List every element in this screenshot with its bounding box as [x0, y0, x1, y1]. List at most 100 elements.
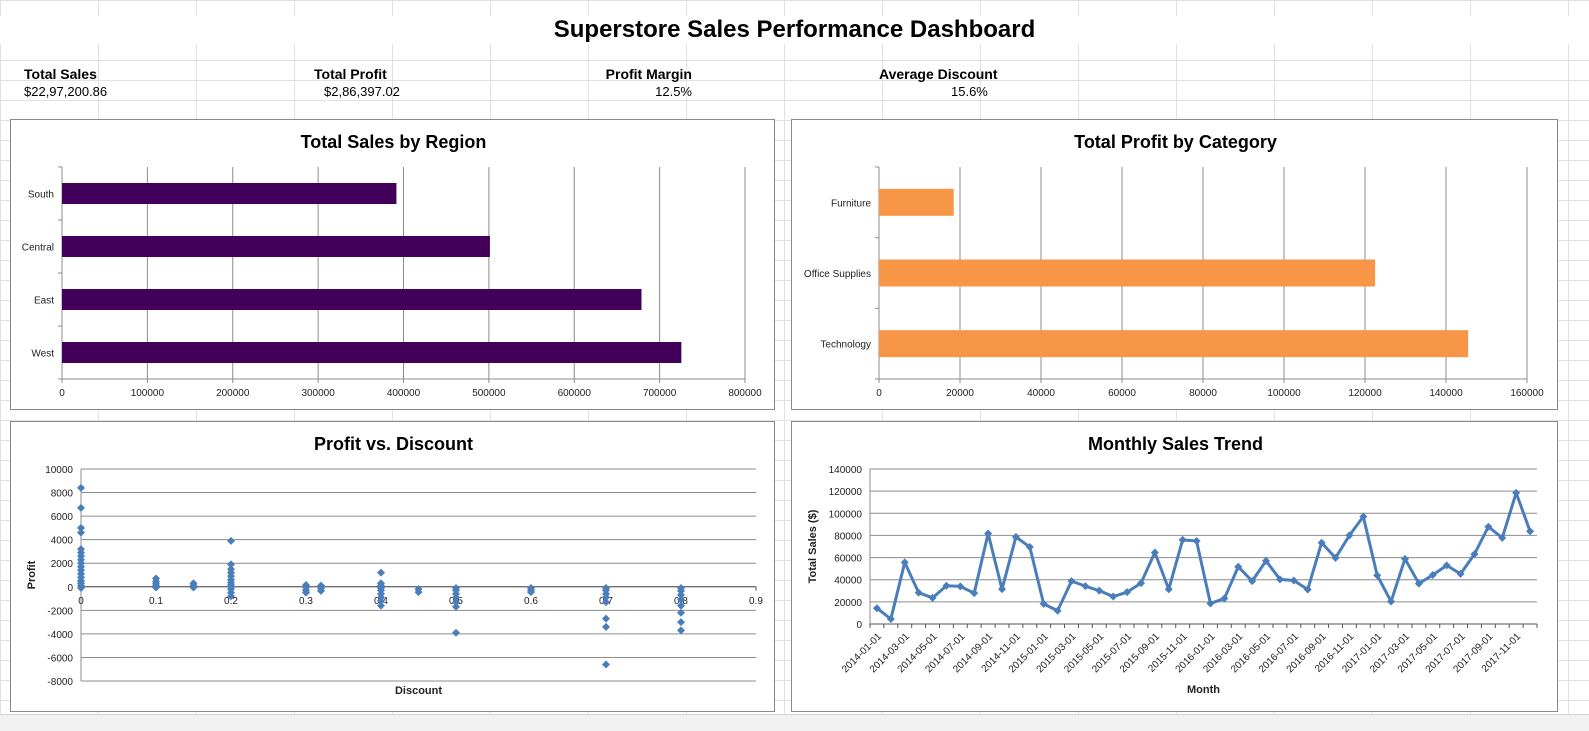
- y-tick-label: 120000: [829, 487, 863, 498]
- y-axis-title: Total Sales ($): [807, 509, 819, 583]
- x-tick-label: 300000: [301, 388, 335, 399]
- kpi-profit-margin: Profit Margin 12.5%: [600, 66, 692, 99]
- bar: [62, 236, 490, 257]
- category-label: Technology: [820, 340, 871, 351]
- line-point: [1081, 582, 1090, 591]
- x-tick-label: 400000: [387, 388, 421, 399]
- scatter-point: [77, 528, 85, 537]
- region-sales-chart: Total Sales by Region 0 100000 200000 300000…: [22, 132, 762, 399]
- kpi-average-discount: Average Discount 15.6%: [879, 66, 998, 99]
- x-tick-label: 140000: [1429, 388, 1463, 399]
- x-tick-label: 20000: [946, 388, 974, 399]
- y-tick-label: 4000: [51, 536, 74, 547]
- line-point: [984, 529, 993, 538]
- bar: [879, 259, 1376, 287]
- scatter-point: [77, 483, 85, 492]
- x-axis-title: Discount: [395, 685, 442, 697]
- monthly-sales-chart: Monthly Sales Trend 0 20000 40000 60000 80000…: [807, 434, 1538, 696]
- x-tick-label: 160000: [1510, 388, 1544, 399]
- y-tick-label: -4000: [47, 630, 73, 641]
- scatter-point: [602, 660, 610, 669]
- line-point: [1178, 535, 1187, 544]
- y-axis-title: Profit: [26, 560, 38, 589]
- line-point: [998, 585, 1007, 594]
- sheet-bottom-strip: [0, 714, 1589, 731]
- x-tick-label: 600000: [558, 388, 592, 399]
- line-point: [1526, 527, 1535, 536]
- y-tick-label: -6000: [47, 653, 73, 664]
- category-label: Central: [22, 243, 54, 254]
- x-tick-label: 700000: [643, 388, 677, 399]
- bar: [879, 330, 1469, 358]
- dashboard-title: Superstore Sales Performance Dashboard: [0, 16, 1589, 44]
- line-point: [1164, 585, 1173, 594]
- kpi-label: Total Sales: [24, 66, 97, 82]
- x-tick-label: 120000: [1348, 388, 1382, 399]
- x-tick-label: 100000: [1267, 388, 1301, 399]
- x-axis-title: Month: [1187, 684, 1220, 696]
- x-tick-label: 0.9: [749, 596, 763, 607]
- line-point: [1206, 599, 1215, 608]
- category-profit-chart: Total Profit by Category 0 20000 40000 60000…: [804, 132, 1544, 399]
- x-tick-label: 0: [78, 596, 84, 607]
- series-line: [876, 491, 1532, 621]
- kpi-value: 12.5%: [655, 84, 692, 99]
- scatter-point: [677, 618, 685, 627]
- category-label: South: [28, 190, 54, 201]
- category-profit-chart-panel[interactable]: Total Profit by Category 0 20000 40000 60000…: [791, 119, 1558, 410]
- x-tick-label: 500000: [472, 388, 506, 399]
- x-tick-label: 40000: [1027, 388, 1055, 399]
- kpi-value: 15.6%: [951, 84, 988, 99]
- x-tick-label: 100000: [131, 388, 165, 399]
- x-tick-label: 0.3: [299, 596, 313, 607]
- kpi-label: Average Discount: [879, 66, 998, 82]
- scatter-point: [677, 626, 685, 635]
- x-tick-label: 0: [876, 388, 882, 399]
- chart-title: Monthly Sales Trend: [1088, 434, 1263, 454]
- x-tick-label: 0.6: [524, 596, 538, 607]
- y-tick-label: 20000: [834, 598, 862, 609]
- y-tick-label: -2000: [47, 606, 73, 617]
- y-tick-label: 8000: [51, 489, 74, 500]
- bar: [62, 289, 642, 310]
- y-tick-label: 2000: [51, 559, 74, 570]
- y-tick-label: -8000: [47, 677, 73, 688]
- x-tick-label: 800000: [728, 388, 762, 399]
- scatter-point: [452, 628, 460, 637]
- y-tick-label: 140000: [829, 465, 863, 476]
- x-tick-label: 60000: [1108, 388, 1136, 399]
- line-point: [1192, 537, 1201, 546]
- bar: [879, 188, 954, 216]
- y-tick-label: 80000: [834, 531, 862, 542]
- y-tick-label: 100000: [829, 509, 863, 520]
- kpi-total-sales: Total Sales $22,97,200.86: [24, 66, 107, 99]
- kpi-value: $22,97,200.86: [24, 84, 108, 99]
- monthly-sales-chart-panel[interactable]: Monthly Sales Trend 0 20000 40000 60000 80000…: [791, 421, 1558, 712]
- x-tick-label: 0.1: [149, 596, 163, 607]
- scatter-point: [377, 568, 385, 577]
- profit-discount-chart-panel[interactable]: Profit vs. Discount -8000 -6000 -4000 -2000 0…: [10, 421, 775, 712]
- chart-title: Total Profit by Category: [1074, 132, 1277, 152]
- chart-title: Total Sales by Region: [301, 132, 487, 152]
- profit-discount-chart: Profit vs. Discount -8000 -6000 -4000 -2000 0…: [26, 434, 763, 697]
- category-label: West: [31, 349, 54, 360]
- x-tick-label: 200000: [216, 388, 250, 399]
- x-tick-label: 80000: [1189, 388, 1217, 399]
- kpi-label: Total Profit: [314, 66, 387, 82]
- chart-title: Profit vs. Discount: [314, 434, 473, 454]
- category-label: East: [34, 296, 54, 307]
- y-tick-label: 60000: [834, 554, 862, 565]
- scatter-point: [227, 536, 235, 545]
- region-sales-chart-panel[interactable]: Total Sales by Region 0 100000 200000 300000…: [10, 119, 775, 410]
- scatter-point: [602, 614, 610, 623]
- y-tick-label: 0: [67, 583, 73, 594]
- kpi-total-profit: Total Profit $2,86,397.02: [314, 66, 400, 99]
- kpi-label: Profit Margin: [605, 66, 692, 82]
- x-tick-label: 0: [59, 388, 65, 399]
- bar: [62, 183, 397, 204]
- y-tick-label: 6000: [51, 512, 74, 523]
- category-label: Furniture: [831, 198, 871, 209]
- line-point: [1512, 488, 1521, 497]
- scatter-point: [77, 503, 85, 512]
- category-label: Office Supplies: [804, 269, 871, 280]
